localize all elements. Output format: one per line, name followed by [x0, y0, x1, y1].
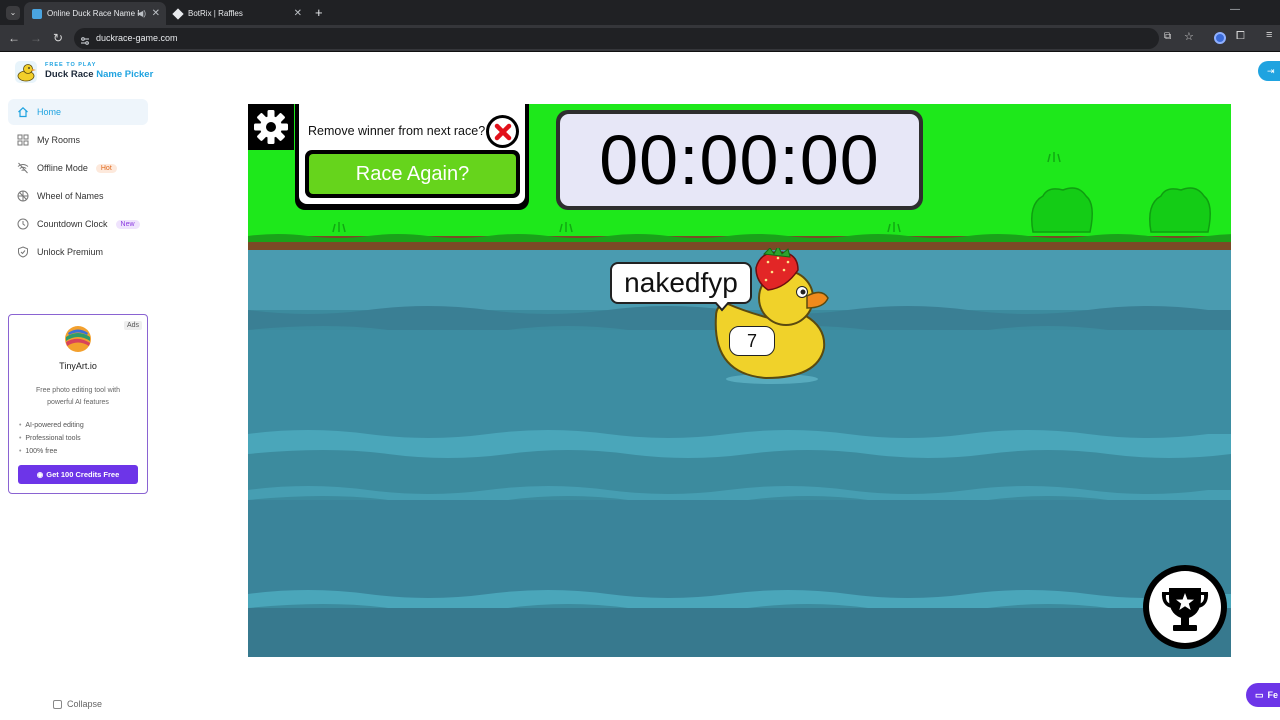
site-info-icon[interactable] — [80, 33, 90, 45]
race-options-panel-inner: Remove winner from next race? Race Again… — [299, 104, 525, 204]
ad-cta-button[interactable]: ◉ Get 100 Credits Free — [18, 465, 138, 484]
logo-title-main: Duck Race — [45, 69, 94, 80]
sidebar-item-label: My Rooms — [37, 135, 81, 145]
wifi-off-icon — [16, 161, 30, 175]
ad-feature-list: • AI-powered editing • Professional tool… — [19, 419, 84, 458]
sidebar-item-offline-mode[interactable]: Offline Mode Hot — [8, 155, 148, 181]
ad-feature: • AI-powered editing — [19, 422, 84, 429]
sidebar-item-label: Offline Mode — [37, 163, 88, 173]
gear-icon — [254, 110, 288, 144]
ad-feature: • 100% free — [19, 448, 58, 455]
race-again-label: Race Again? — [309, 154, 516, 194]
logo-tagline: FREE TO PLAY — [45, 62, 97, 68]
tab-duck-race[interactable]: Online Duck Race Name Pi ◀) ✕ — [24, 2, 166, 25]
menu-icon[interactable]: ≡ — [1266, 29, 1272, 41]
tab-search-button[interactable]: ⌄ — [6, 6, 20, 20]
speaker-icon: ◀) — [137, 9, 146, 18]
logo-title: Duck Race Name Picker — [45, 69, 153, 80]
duck-favicon-icon — [32, 8, 42, 19]
extension-icon[interactable] — [1214, 32, 1226, 44]
ad-description: Free photo editing tool with powerful AI… — [35, 387, 121, 406]
hot-badge: Hot — [95, 163, 117, 173]
feedback-button[interactable]: ▭ Fe — [1246, 683, 1280, 707]
race-timer: 00:00:00 — [556, 110, 923, 210]
timer-text: 00:00:00 — [560, 114, 919, 206]
sidebar-item-label: Unlock Premium — [37, 247, 104, 257]
close-tab-icon[interactable]: ✕ — [294, 8, 302, 19]
bookmark-star-icon[interactable]: ☆ — [1184, 30, 1194, 43]
tab-botrix[interactable]: BotRix | Raffles ✕ — [166, 2, 308, 25]
sidebar-item-home[interactable]: Home — [8, 99, 148, 125]
duck-logo-icon — [15, 61, 37, 83]
login-button[interactable]: ⇥ — [1258, 61, 1280, 81]
login-icon: ⇥ — [1267, 66, 1275, 76]
tab-title: Online Duck Race Name Pi — [47, 9, 139, 18]
grid-icon — [16, 133, 30, 147]
race-again-button[interactable]: Race Again? — [305, 150, 520, 198]
minimize-icon[interactable]: — — [1230, 4, 1240, 15]
sidebar-item-label: Wheel of Names — [37, 191, 104, 201]
ad-feature: • Professional tools — [19, 435, 81, 442]
race-options-panel: Remove winner from next race? Race Again… — [295, 104, 529, 210]
url-bar[interactable]: duckrace-game.com ⧉ ☆ — [74, 28, 1194, 49]
install-app-icon[interactable]: ⧉ — [1164, 31, 1171, 42]
browser-address-bar: ← → ↻ duckrace-game.com ⧉ ☆ ⧠ ≡ — [0, 25, 1280, 52]
shield-icon — [16, 245, 30, 259]
trophy-icon — [1143, 565, 1227, 649]
ad-card: Ads TinyArt.io Free photo editing tool w… — [8, 314, 148, 494]
close-tab-icon[interactable]: ✕ — [152, 8, 160, 19]
collapse-icon — [53, 699, 62, 709]
name-bubble-pointer — [714, 302, 730, 312]
forward-icon[interactable]: → — [29, 31, 43, 45]
collapse-sidebar-button[interactable]: Collapse — [53, 699, 102, 709]
remove-winner-toggle[interactable] — [486, 115, 519, 148]
x-mark-icon — [489, 118, 516, 145]
tab-title: BotRix | Raffles — [188, 9, 243, 18]
url-text: duckrace-game.com — [96, 33, 178, 43]
winner-name-label: nakedfyp — [610, 262, 752, 304]
site-logo[interactable]: FREE TO PLAY Duck Race Name Picker — [14, 58, 154, 90]
duck-number-badge: 7 — [729, 326, 775, 356]
new-tab-icon[interactable]: + — [315, 5, 323, 20]
sidebar-item-unlock-premium[interactable]: Unlock Premium — [8, 239, 148, 265]
sidebar-item-countdown-clock[interactable]: Countdown Clock New — [8, 211, 148, 237]
extensions-puzzle-icon[interactable]: ⧠ — [1236, 30, 1245, 43]
leaderboard-button[interactable] — [1142, 564, 1227, 649]
race-game-area[interactable]: Remove winner from next race? Race Again… — [248, 104, 1231, 657]
ads-tag: Ads — [123, 321, 142, 330]
home-icon — [16, 105, 30, 119]
sidebar-item-label: Home — [37, 107, 62, 117]
settings-button[interactable] — [248, 104, 294, 150]
sidebar-item-my-rooms[interactable]: My Rooms — [8, 127, 148, 153]
sidebar-item-wheel-of-names[interactable]: Wheel of Names — [8, 183, 148, 209]
browser-tab-bar: ⌄ Online Duck Race Name Pi ◀) ✕ BotRix |… — [0, 0, 1280, 25]
sidebar-item-label: Countdown Clock — [37, 219, 108, 229]
wheel-icon — [16, 189, 30, 203]
back-icon[interactable]: ← — [7, 31, 21, 45]
ad-title: TinyArt.io — [59, 361, 97, 371]
tinyart-logo-icon — [65, 326, 91, 352]
logo-title-accent: Name Picker — [96, 69, 154, 80]
clock-icon — [16, 217, 30, 231]
reload-icon[interactable]: ↻ — [51, 31, 65, 45]
chat-icon: ▭ — [1255, 689, 1264, 700]
sparkle-icon: ◉ — [36, 470, 44, 479]
remove-winner-label: Remove winner from next race? — [308, 124, 486, 138]
botrix-favicon-icon — [172, 7, 184, 20]
new-badge: New — [115, 219, 140, 229]
